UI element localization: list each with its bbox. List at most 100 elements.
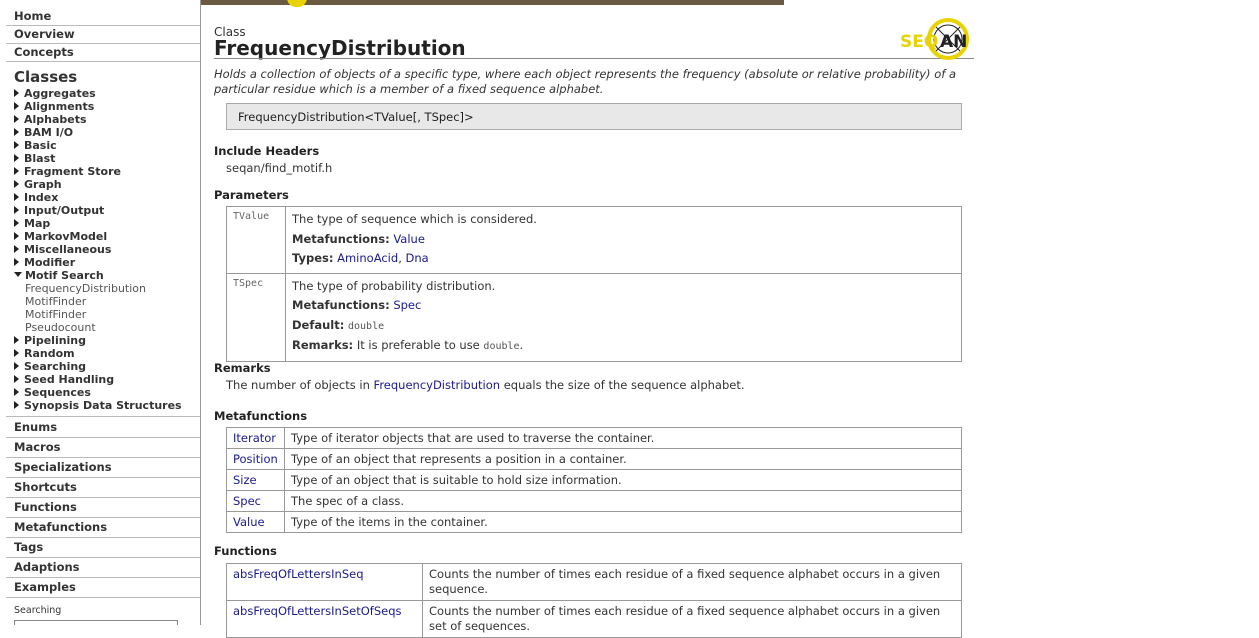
triangle-right-icon[interactable] <box>14 89 19 97</box>
types-label: Types: <box>292 251 334 265</box>
triangle-right-icon[interactable] <box>14 336 19 344</box>
triangle-right-icon[interactable] <box>14 258 19 266</box>
function-link[interactable]: absFreqOfLettersInSeq <box>233 567 364 581</box>
banner-logo-icon <box>287 0 307 7</box>
sidebar-item-markovmodel[interactable]: MarkovModel <box>0 230 200 243</box>
triangle-right-icon[interactable] <box>14 232 19 240</box>
metafunction-link[interactable]: Value <box>233 515 265 529</box>
seqan-logo[interactable]: SEQ AN <box>900 15 972 61</box>
param-metafunctions: Metafunctions: Value <box>292 230 955 250</box>
sidebar-item-bam-i-o[interactable]: BAM I/O <box>0 126 200 139</box>
param-desc-text: The type of probability distribution. <box>292 278 496 293</box>
sidebar-item-pipelining[interactable]: Pipelining <box>0 334 200 347</box>
metafunction-description: The spec of a class. <box>284 490 962 512</box>
sidebar-subitem-motiffinder[interactable]: MotifFinder <box>0 295 200 308</box>
table-row: Spec The spec of a class. <box>226 490 962 512</box>
sidebar-item-aggregates[interactable]: Aggregates <box>0 87 200 100</box>
sidebar-item-index[interactable]: Index <box>0 191 200 204</box>
class-category-list: Aggregates Alignments Alphabets BAM I/O Basi… <box>0 87 200 412</box>
triangle-right-icon[interactable] <box>14 141 19 149</box>
sidebar-item-label: Graph <box>24 178 62 191</box>
sidebar-item-label: Motif Search <box>25 269 104 282</box>
nav-concepts-link[interactable]: Concepts <box>0 44 200 61</box>
param-desc-text: The type of sequence which is considered… <box>292 212 537 226</box>
triangle-right-icon[interactable] <box>14 167 19 175</box>
nav-functions-link[interactable]: Functions <box>0 498 200 517</box>
sidebar-subitem-pseudocount[interactable]: Pseudocount <box>0 321 200 334</box>
sidebar-item-basic[interactable]: Basic <box>0 139 200 152</box>
triangle-right-icon[interactable] <box>14 375 19 383</box>
nav-examples-link[interactable]: Examples <box>0 578 200 597</box>
metafunctions-label: Metafunctions: <box>292 298 390 312</box>
dna-link[interactable]: Dna <box>406 251 429 265</box>
value-link[interactable]: Value <box>393 232 425 246</box>
triangle-down-icon[interactable] <box>14 272 22 277</box>
triangle-right-icon[interactable] <box>14 401 19 409</box>
nav-tags-link[interactable]: Tags <box>0 538 200 557</box>
metafunction-description: Type of an object that is suitable to ho… <box>284 469 962 491</box>
metafunction-link[interactable]: Iterator <box>233 431 276 445</box>
sidebar-item-motif-search[interactable]: Motif Search <box>0 269 200 282</box>
sidebar-item-label: Blast <box>24 152 56 165</box>
table-row: Iterator Type of iterator objects that ar… <box>226 427 962 449</box>
frequencydistribution-link[interactable]: FrequencyDistribution <box>374 378 501 392</box>
metafunction-link[interactable]: Position <box>233 452 278 466</box>
sidebar-item-map[interactable]: Map <box>0 217 200 230</box>
sidebar-item-label: Synopsis Data Structures <box>24 399 182 412</box>
nav-adaptions-link[interactable]: Adaptions <box>0 558 200 577</box>
sidebar-subitem-motiffinder[interactable]: MotifFinder <box>0 308 200 321</box>
sidebar-item-fragment-store[interactable]: Fragment Store <box>0 165 200 178</box>
sidebar-subitem-frequencydistribution[interactable]: FrequencyDistribution <box>0 282 200 295</box>
remarks-code: double <box>483 341 520 352</box>
sidebar-item-searching[interactable]: Searching <box>0 360 200 373</box>
function-link[interactable]: absFreqOfLettersInSetOfSeqs <box>233 604 402 618</box>
sidebar-item-input-output[interactable]: Input/Output <box>0 204 200 217</box>
metafunction-description: Type of the items in the container. <box>284 511 962 533</box>
nav-classes-heading[interactable]: Classes <box>0 68 200 87</box>
search-label: Searching <box>14 605 62 616</box>
triangle-right-icon[interactable] <box>14 154 19 162</box>
triangle-right-icon[interactable] <box>14 128 19 136</box>
sidebar-item-alphabets[interactable]: Alphabets <box>0 113 200 126</box>
nav-enums-link[interactable]: Enums <box>0 418 200 437</box>
class-description: Holds a collection of objects of a speci… <box>214 67 956 96</box>
sidebar-item-miscellaneous[interactable]: Miscellaneous <box>0 243 200 256</box>
sidebar-item-modifier[interactable]: Modifier <box>0 256 200 269</box>
triangle-right-icon[interactable] <box>14 388 19 396</box>
triangle-right-icon[interactable] <box>14 245 19 253</box>
sidebar-item-seed-handling[interactable]: Seed Handling <box>0 373 200 386</box>
remarks-body: The number of objects in FrequencyDistri… <box>226 378 745 392</box>
table-row: absFreqOfLettersInSeq Counts the number o… <box>226 563 962 601</box>
metafunctions-table: Iterator Type of iterator objects that ar… <box>226 427 962 533</box>
aminoacid-link[interactable]: AminoAcid <box>337 251 398 265</box>
nav-metafunctions-link[interactable]: Metafunctions <box>0 518 200 537</box>
nav-home-link[interactable]: Home <box>0 8 200 25</box>
nav-macros-link[interactable]: Macros <box>0 438 200 457</box>
triangle-right-icon[interactable] <box>14 180 19 188</box>
sidebar-item-blast[interactable]: Blast <box>0 152 200 165</box>
spec-link[interactable]: Spec <box>393 298 421 312</box>
triangle-right-icon[interactable] <box>14 219 19 227</box>
nav-specializations-link[interactable]: Specializations <box>0 458 200 477</box>
sidebar-item-label: BAM I/O <box>24 126 74 139</box>
nav-overview-link[interactable]: Overview <box>0 26 200 43</box>
triangle-right-icon[interactable] <box>14 206 19 214</box>
sidebar-item-sequences[interactable]: Sequences <box>0 386 200 399</box>
sidebar-item-synopsis-data-structures[interactable]: Synopsis Data Structures <box>0 399 200 412</box>
sidebar-item-random[interactable]: Random <box>0 347 200 360</box>
search-input[interactable] <box>14 620 178 625</box>
metafunction-link[interactable]: Size <box>233 473 257 487</box>
sidebar-item-label: Fragment Store <box>24 165 121 178</box>
triangle-right-icon[interactable] <box>14 193 19 201</box>
triangle-right-icon[interactable] <box>14 362 19 370</box>
triangle-right-icon[interactable] <box>14 115 19 123</box>
sidebar-item-alignments[interactable]: Alignments <box>0 100 200 113</box>
class-signature: FrequencyDistribution<TValue[, TSpec]> <box>226 103 962 130</box>
triangle-right-icon[interactable] <box>14 102 19 110</box>
metafunction-link[interactable]: Spec <box>233 494 261 508</box>
function-name-cell: absFreqOfLettersInSeq <box>226 563 423 601</box>
sidebar-item-graph[interactable]: Graph <box>0 178 200 191</box>
triangle-right-icon[interactable] <box>14 349 19 357</box>
nav-shortcuts-link[interactable]: Shortcuts <box>0 478 200 497</box>
divider <box>6 597 200 598</box>
